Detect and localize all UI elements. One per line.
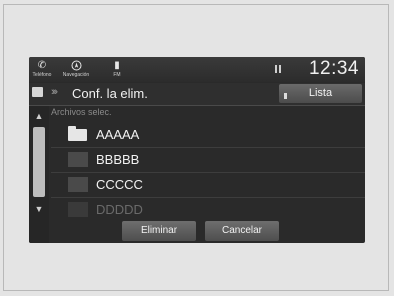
phone-icon: ✆	[37, 60, 47, 71]
list-item[interactable]: BBBBB	[51, 148, 365, 173]
phone-label: Teléfono	[32, 72, 52, 78]
phone-shortcut[interactable]: ✆ Teléfono	[31, 59, 53, 78]
chevron-right-icon: ›››	[51, 86, 58, 98]
file-thumbnail	[68, 202, 88, 217]
file-thumbnail	[68, 152, 88, 167]
chevron-down-icon: ▼	[34, 204, 44, 214]
list-button[interactable]: Lista	[279, 84, 362, 103]
fm-label: FM	[113, 72, 121, 78]
scroll-column: ▲ ▼	[29, 106, 49, 243]
list-item[interactable]: DDDDD	[51, 198, 365, 223]
scroll-up-button[interactable]: ▲	[32, 109, 46, 124]
radio-icon: ▮	[114, 60, 120, 71]
list-item[interactable]: AAAAA	[51, 123, 365, 148]
infotainment-screen: ✆ Teléfono Navegación ▮ FM 12:34 ››› Con…	[29, 57, 365, 243]
navigation-shortcut[interactable]: Navegación	[55, 59, 97, 78]
cancel-button[interactable]: Cancelar	[205, 221, 279, 241]
navigation-icon	[55, 59, 97, 72]
chevron-up-icon: ▲	[34, 111, 44, 121]
list-item-label: CCCCC	[96, 177, 143, 192]
signal-icon	[275, 65, 281, 73]
clock: 12:34	[308, 58, 359, 79]
navigation-label: Navegación	[62, 72, 90, 78]
scrollbar-thumb[interactable]	[33, 127, 45, 197]
file-thumbnail	[68, 177, 88, 192]
list-item-label: BBBBB	[96, 152, 140, 167]
title-bar: ››› Conf. la elim. Lista	[29, 83, 365, 106]
list-item-label: AAAAA	[96, 127, 140, 142]
list-item[interactable]: CCCCC	[51, 173, 365, 198]
folder-icon	[68, 126, 87, 141]
page-title: Conf. la elim.	[72, 86, 148, 101]
list-header: Archivos selec.	[51, 107, 112, 117]
list-button-label: Lista	[308, 87, 333, 99]
folder-icon	[32, 87, 43, 97]
delete-button[interactable]: Eliminar	[122, 221, 196, 241]
status-bar: ✆ Teléfono Navegación ▮ FM 12:34	[29, 57, 365, 82]
scroll-down-button[interactable]: ▼	[32, 202, 46, 217]
list-icon	[284, 93, 287, 99]
list-item-label: DDDDD	[96, 202, 143, 217]
fm-shortcut[interactable]: ▮ FM	[109, 59, 125, 78]
